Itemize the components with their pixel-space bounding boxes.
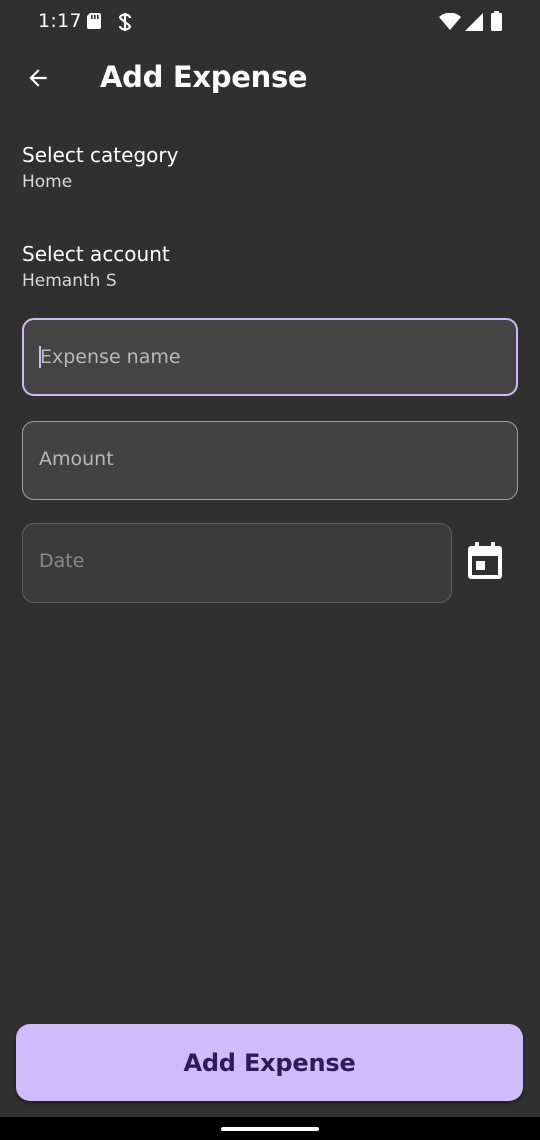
date-placeholder: Date (39, 550, 85, 572)
wifi-icon (439, 12, 461, 35)
select-category-value: Home (22, 172, 73, 192)
select-account-label: Select account (22, 242, 170, 266)
amount-field[interactable]: Amount (22, 421, 518, 500)
vpn-key-icon (116, 12, 134, 36)
arrow-back-icon (25, 65, 51, 95)
select-account[interactable]: Select account Hemanth S (22, 240, 518, 304)
expense-name-placeholder: Expense name (40, 346, 181, 368)
date-picker-button[interactable] (460, 538, 510, 588)
home-indicator[interactable] (221, 1127, 319, 1131)
expense-name-field[interactable]: Expense name (22, 318, 518, 396)
add-expense-button[interactable]: Add Expense (16, 1024, 523, 1101)
amount-placeholder: Amount (39, 448, 114, 470)
signal-icon (465, 13, 483, 35)
add-expense-button-label: Add Expense (183, 1048, 356, 1077)
select-category-label: Select category (22, 143, 179, 167)
select-account-value: Hemanth S (22, 271, 117, 291)
date-field[interactable]: Date (22, 523, 452, 603)
page-title: Add Expense (100, 60, 308, 94)
sd-card-icon (86, 12, 102, 34)
status-bar: 1:17 (0, 0, 540, 44)
select-category[interactable]: Select category Home (22, 141, 518, 205)
back-button[interactable] (14, 56, 62, 104)
app-bar: Add Expense (0, 44, 540, 116)
status-time: 1:17 (38, 10, 82, 32)
navigation-bar (0, 1117, 540, 1140)
battery-icon (491, 11, 502, 35)
calendar-icon (467, 542, 503, 584)
